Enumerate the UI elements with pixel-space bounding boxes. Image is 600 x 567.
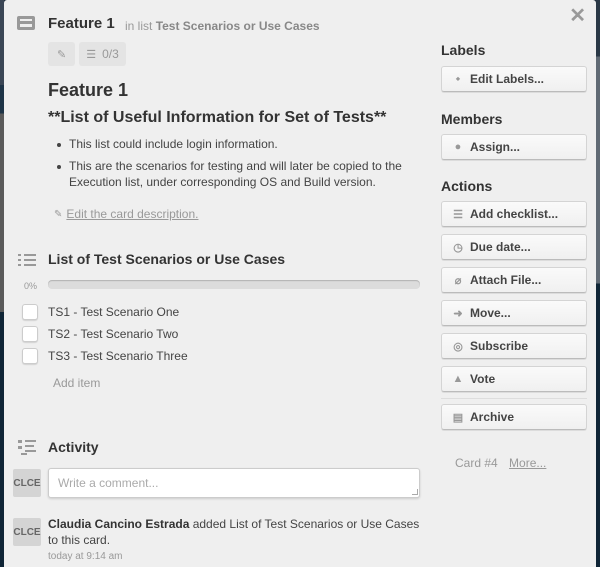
activity-entry: Claudia Cancino Estrada added List of Te… [48,516,420,548]
card-badges: ✎ ☰ 0/3 [48,42,126,66]
due-date-button[interactable]: ◷ Due date... [441,234,587,260]
avatar[interactable]: CLCE [13,469,41,497]
archive-icon: ▤ [452,411,464,424]
more-link[interactable]: More... [509,456,546,470]
checklist-title[interactable]: List of Test Scenarios or Use Cases [48,251,285,267]
checklist-item: TS1 - Test Scenario One [22,301,188,323]
labels-heading: Labels [441,42,486,58]
move-button[interactable]: ➜ Move... [441,300,587,326]
board-backdrop-right [596,0,600,567]
edit-labels-label: Edit Labels... [470,72,545,86]
description-list: This list could include login informatio… [54,136,424,196]
checklist-count: 0/3 [102,47,119,61]
arrow-right-icon: ➜ [453,307,463,320]
close-icon[interactable]: ✕ [569,6,586,26]
checklist-item-label[interactable]: TS3 - Test Scenario Three [48,349,188,363]
add-checklist-button[interactable]: ☰ Add checklist... [441,201,587,227]
archive-label: Archive [470,410,515,424]
pencil-icon: ✎ [57,48,67,61]
description-title: Feature 1 [48,80,129,100]
checklist-icon: ☰ [453,208,463,221]
card-number: Card #4 [455,456,498,470]
checklist-item: TS2 - Test Scenario Two [22,323,188,345]
activity-timestamp[interactable]: today at 9:14 am [48,551,123,562]
pencil-icon: ✎ [54,208,63,220]
card-list-info: in list Test Scenarios or Use Cases [125,19,320,33]
activity-title: Activity [48,439,99,455]
checklist-items: TS1 - Test Scenario One TS2 - Test Scena… [22,301,188,367]
comment-input[interactable] [48,468,420,498]
edit-labels-button[interactable]: ⬩ Edit Labels... [441,66,587,92]
checklist-badge: ☰ 0/3 [79,42,126,66]
edit-description[interactable]: ✎ Edit the card description. [54,207,198,221]
assign-label: Assign... [470,140,521,154]
members-heading: Members [441,111,503,127]
checklist-icon: ☰ [86,48,97,61]
move-label: Move... [470,306,511,320]
edit-description-link[interactable]: Edit the card description. [66,207,198,221]
checklist-item: TS3 - Test Scenario Three [22,345,188,367]
vote-button[interactable]: ▲ Vote [441,366,587,392]
description-bullet: This are the scenarios for testing and w… [54,158,424,190]
assign-button[interactable]: ● Assign... [441,134,587,160]
actions-heading: Actions [441,178,493,194]
checklist-checkbox[interactable] [22,326,38,342]
checklist-section-icon [18,252,38,268]
add-checklist-label: Add checklist... [470,207,559,221]
description-badge: ✎ [48,42,76,66]
description-heading: **List of Useful Information for Set of … [48,109,387,126]
checklist-checkbox[interactable] [22,304,38,320]
tag-icon: ⬩ [456,72,460,85]
clock-icon: ◷ [453,241,463,254]
in-list-prefix: in list [125,19,153,33]
checklist-progress-bar [48,280,420,289]
attach-file-button[interactable]: ⌀ Attach File... [441,267,587,293]
vote-label: Vote [470,372,496,386]
card-detail-dialog: ✕ Feature 1 in list Test Scenarios or Us… [4,0,596,567]
subscribe-label: Subscribe [470,339,529,353]
list-name[interactable]: Test Scenarios or Use Cases [156,19,320,33]
checklist-checkbox[interactable] [22,348,38,364]
card-icon [17,16,35,30]
description-bullet: This list could include login informatio… [54,136,424,152]
eye-icon: ◎ [453,340,463,353]
checklist-item-label[interactable]: TS1 - Test Scenario One [48,305,179,319]
paperclip-icon: ⌀ [454,274,462,287]
avatar[interactable]: CLCE [13,518,41,546]
activity-icon [18,439,38,455]
card-meta: Card #4 More... [455,456,546,470]
thumbs-up-icon: ▲ [452,373,464,385]
add-checklist-item[interactable]: Add item [53,376,100,390]
subscribe-button[interactable]: ◎ Subscribe [441,333,587,359]
card-title[interactable]: Feature 1 [48,15,115,32]
due-date-label: Due date... [470,240,531,254]
checklist-item-label[interactable]: TS2 - Test Scenario Two [48,327,178,341]
checklist-progress-label: 0% [24,281,38,291]
activity-user[interactable]: Claudia Cancino Estrada [48,517,189,531]
attach-file-label: Attach File... [470,273,542,287]
resize-handle[interactable] [412,489,418,495]
sidebar-divider [441,398,587,399]
archive-button[interactable]: ▤ Archive [441,404,587,430]
person-icon: ● [454,141,462,153]
